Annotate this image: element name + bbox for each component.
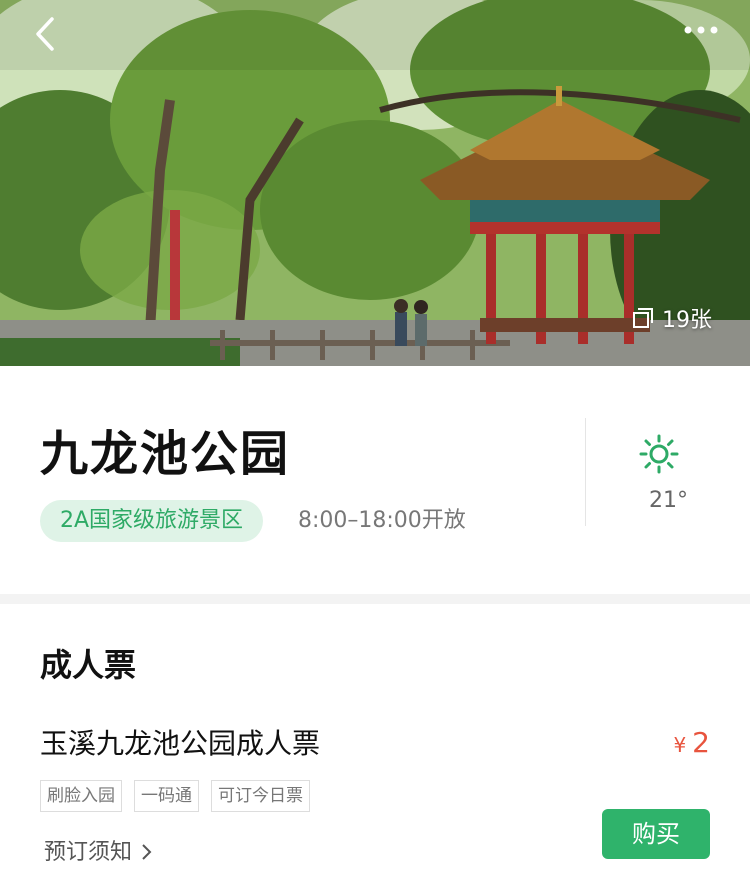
price-value: 2 bbox=[692, 726, 710, 759]
chevron-right-icon bbox=[142, 844, 152, 860]
ticket-price: ¥2 bbox=[673, 726, 710, 759]
booking-notice-link[interactable]: 预订须知 bbox=[44, 834, 153, 866]
vertical-divider bbox=[585, 418, 586, 526]
scenic-title: 九龙池公园 bbox=[40, 426, 291, 482]
booking-notice-label: 预订须知 bbox=[44, 840, 133, 865]
feature-tag: 可订今日票 bbox=[211, 780, 310, 812]
feature-tag: 一码通 bbox=[134, 780, 199, 812]
photo-count-label: 19张 bbox=[662, 308, 712, 333]
temperature: 21° bbox=[649, 488, 688, 513]
more-options-button[interactable] bbox=[682, 18, 722, 42]
ticket-features: 刷脸入园 一码通 可订今日票 bbox=[40, 780, 310, 812]
ticket-section: 成人票 玉溪九龙池公园成人票 ¥2 刷脸入园 一码通 可订今日票 预订须知 购买 bbox=[0, 604, 750, 889]
back-button[interactable] bbox=[28, 14, 68, 54]
scenic-info-card: 九龙池公园 2A国家级旅游景区 8:00–18:00开放 21° bbox=[0, 366, 750, 594]
photo-count-button[interactable]: 19张 bbox=[632, 302, 712, 334]
ticket-name[interactable]: 玉溪九龙池公园成人票 bbox=[40, 722, 320, 762]
more-dots-icon bbox=[684, 26, 718, 34]
opening-hours: 8:00–18:00开放 bbox=[298, 508, 466, 533]
currency-symbol: ¥ bbox=[673, 733, 687, 757]
buy-button[interactable]: 购买 bbox=[602, 809, 710, 859]
sun-icon bbox=[639, 434, 679, 474]
ticket-section-title: 成人票 bbox=[40, 646, 137, 684]
chevron-left-icon bbox=[36, 17, 54, 51]
scenic-level-badge: 2A国家级旅游景区 bbox=[40, 500, 264, 542]
photo-gallery-icon bbox=[633, 308, 653, 328]
scenic-hero-photo[interactable]: 19张 bbox=[0, 0, 750, 366]
feature-tag: 刷脸入园 bbox=[40, 780, 122, 812]
